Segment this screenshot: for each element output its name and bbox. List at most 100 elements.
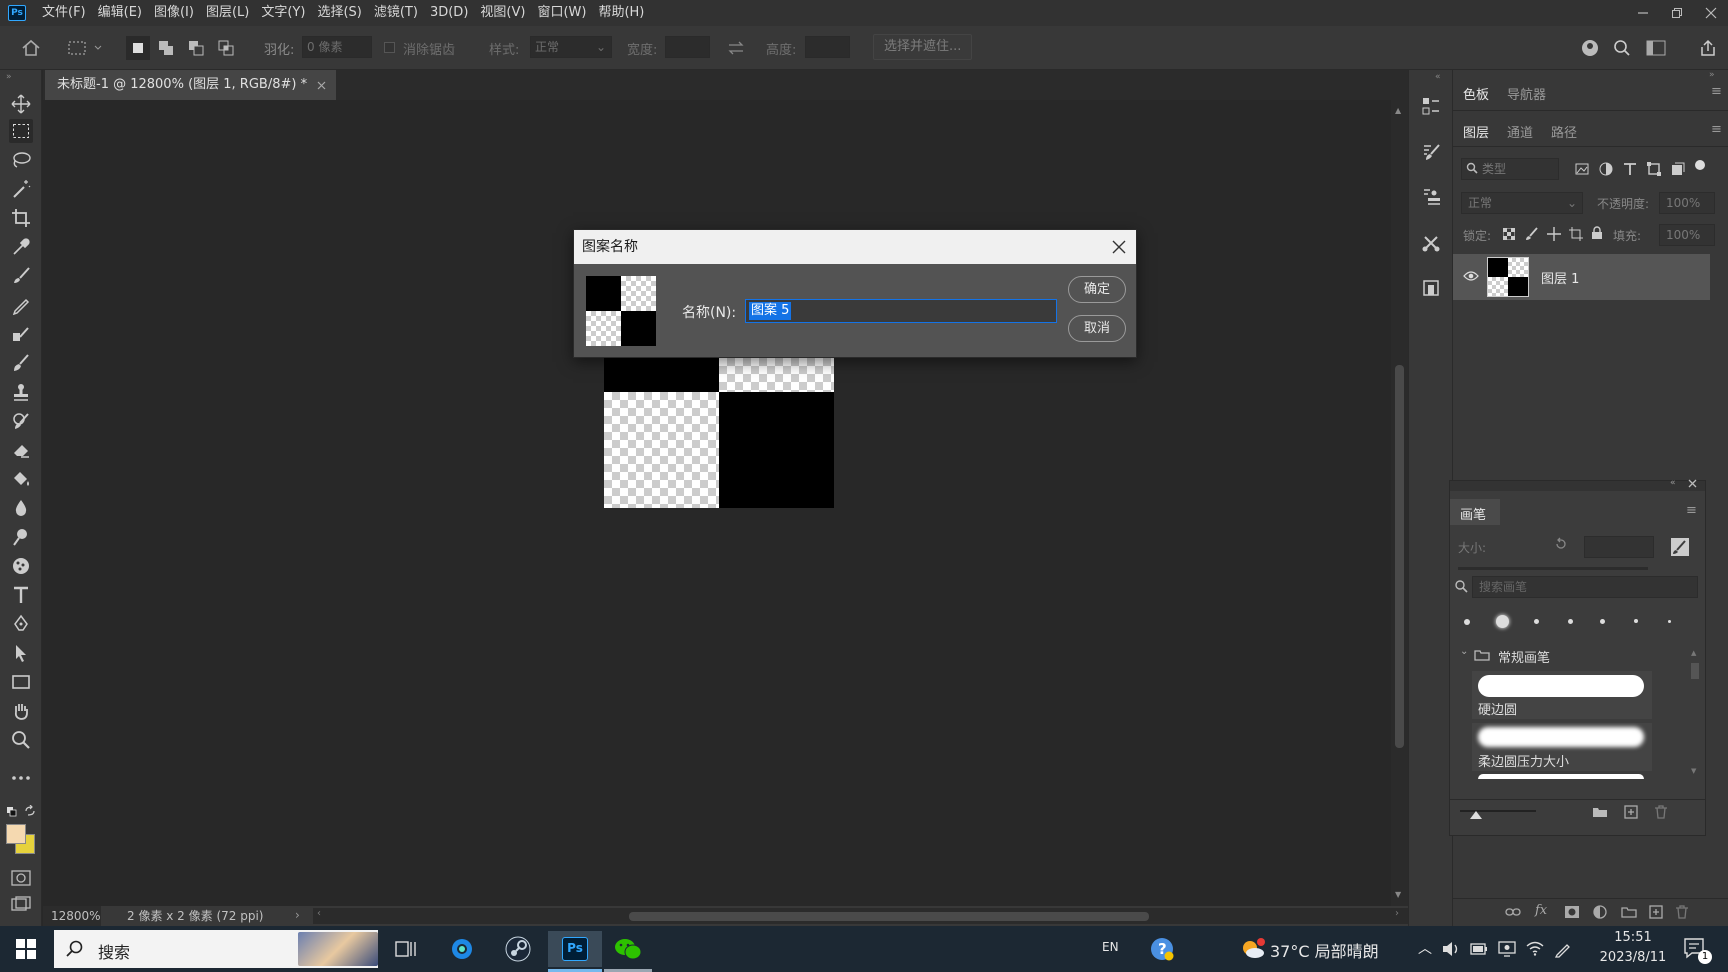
brush-tool-icon[interactable]: [9, 264, 33, 288]
paint-bucket-tool-icon[interactable]: [9, 467, 33, 491]
tab-paths[interactable]: 路径: [1551, 122, 1577, 141]
cancel-button[interactable]: 取消: [1068, 315, 1126, 342]
blend-mode-select[interactable]: 正常 ⌄: [1461, 192, 1583, 214]
swap-dimensions-icon[interactable]: [724, 36, 748, 60]
lock-image-icon[interactable]: [1525, 227, 1539, 241]
tab-layers[interactable]: 图层: [1463, 122, 1489, 141]
close-tab-icon[interactable]: [317, 81, 326, 90]
filter-smart-object-icon[interactable]: [1671, 162, 1685, 176]
path-selection-tool-icon[interactable]: [9, 641, 33, 665]
dodge-tool-icon[interactable]: [9, 525, 33, 549]
wifi-icon[interactable]: [1526, 940, 1544, 956]
layer-name[interactable]: 图层 1: [1541, 268, 1579, 287]
swap-colors-icon[interactable]: [24, 805, 36, 817]
vertical-scroll-thumb[interactable]: [1395, 365, 1404, 748]
foreground-color-swatch[interactable]: [6, 824, 26, 844]
taskbar-search-box[interactable]: 搜索: [54, 930, 378, 968]
pen-tool-icon[interactable]: [9, 612, 33, 636]
new-brush-icon[interactable]: [1624, 805, 1638, 819]
zoom-tool-icon[interactable]: [9, 728, 33, 752]
collapse-arrows-icon[interactable]: «: [1670, 478, 1676, 488]
wechat-icon[interactable]: [604, 931, 652, 967]
document-tab[interactable]: 未标题-1 @ 12800% (图层 1, RGB/8#) *: [45, 70, 337, 100]
rectangular-marquee-tool-icon[interactable]: [9, 119, 33, 143]
clone-source-icon[interactable]: [1417, 183, 1445, 211]
layer-filter-select[interactable]: 类型: [1461, 158, 1559, 180]
chevron-down-icon[interactable]: ⌄: [1460, 646, 1468, 657]
home-icon[interactable]: [19, 36, 43, 60]
layer-row[interactable]: 图层 1: [1453, 254, 1710, 300]
brush-preset-dot[interactable]: [1534, 619, 1539, 624]
tab-navigator[interactable]: 导航器: [1507, 84, 1546, 103]
brush-preset-dot[interactable]: [1568, 619, 1573, 624]
history-panel-icon[interactable]: [1417, 274, 1445, 302]
brush-size-slider[interactable]: [1458, 567, 1648, 570]
mountain-small-icon[interactable]: [1470, 809, 1482, 819]
clock-time[interactable]: 15:51: [1604, 930, 1662, 945]
sponge-tool-icon[interactable]: [9, 554, 33, 578]
more-tools-icon[interactable]: [9, 766, 33, 790]
tab-brushes[interactable]: 画笔: [1450, 499, 1500, 525]
new-layer-icon[interactable]: [1649, 905, 1663, 919]
filter-shape-icon[interactable]: [1647, 162, 1661, 176]
vertical-scrollbar[interactable]: ▲ ▼: [1391, 100, 1408, 906]
menu-image[interactable]: 图像(I): [148, 0, 200, 26]
edge-browser-icon[interactable]: [438, 931, 486, 967]
brush-panel-header[interactable]: «: [1450, 478, 1705, 491]
filter-adjustment-icon[interactable]: [1599, 162, 1613, 176]
chevron-right-icon[interactable]: ›: [295, 908, 300, 922]
lock-position-icon[interactable]: [1547, 227, 1561, 241]
width-input[interactable]: [665, 36, 710, 58]
lock-transparent-icon[interactable]: [1503, 228, 1515, 240]
menu-3d[interactable]: 3D(D): [424, 0, 474, 26]
brush-search-input[interactable]: 搜索画笔: [1472, 576, 1698, 598]
brush-panel-menu-icon[interactable]: ≡: [1686, 503, 1697, 518]
layers-panel-menu-icon[interactable]: ≡: [1711, 122, 1722, 137]
lock-all-icon[interactable]: [1591, 226, 1603, 240]
antialias-checkbox[interactable]: [384, 42, 395, 53]
filter-type-icon[interactable]: [1623, 162, 1637, 176]
taskbar-photoshop-app[interactable]: Ps: [548, 931, 602, 967]
brush-preset-dot[interactable]: [1496, 615, 1509, 628]
horizontal-scrollbar[interactable]: ‹ ›: [313, 908, 1408, 924]
brush-item-hard-round[interactable]: 硬边圆: [1472, 671, 1652, 719]
zoom-level[interactable]: 12800%: [43, 906, 101, 926]
reset-size-icon[interactable]: [1554, 537, 1568, 551]
add-selection-icon[interactable]: [154, 36, 178, 60]
menu-filter[interactable]: 滤镜(T): [368, 0, 424, 26]
collapse-arrows-icon[interactable]: »: [1709, 70, 1715, 80]
brush-settings-icon[interactable]: [1417, 138, 1445, 166]
screen-mode-icon[interactable]: [9, 892, 33, 916]
select-and-mask-button[interactable]: 选择并遮住...: [873, 34, 973, 60]
lock-artboard-icon[interactable]: [1569, 227, 1583, 241]
collapse-arrows-icon[interactable]: »: [6, 72, 12, 82]
marquee-preset-icon[interactable]: [66, 36, 106, 60]
canvas-area[interactable]: [43, 100, 1391, 906]
menu-layer[interactable]: 图层(L): [200, 0, 255, 26]
blur-tool-icon[interactable]: [9, 496, 33, 520]
default-colors-icon[interactable]: [6, 806, 18, 818]
delete-layer-icon[interactable]: [1675, 905, 1689, 919]
battery-icon[interactable]: [1470, 943, 1488, 955]
delete-brush-icon[interactable]: [1654, 805, 1668, 819]
help-icon[interactable]: ?: [1138, 931, 1186, 967]
pattern-name-input[interactable]: 图案 5: [745, 299, 1057, 323]
document-info[interactable]: 2 像素 x 2 像素 (72 ppi): [127, 906, 263, 926]
close-icon[interactable]: [1110, 238, 1128, 256]
task-view-icon[interactable]: [382, 931, 430, 967]
chevron-up-icon[interactable]: ︿: [1418, 938, 1432, 958]
magic-wand-tool-icon[interactable]: [9, 177, 33, 201]
workspace-icon[interactable]: [1644, 36, 1668, 60]
menu-edit[interactable]: 编辑(E): [92, 0, 148, 26]
expand-arrows-icon[interactable]: «: [1435, 72, 1441, 82]
ime-indicator[interactable]: EN: [1102, 940, 1119, 954]
clone-stamp-tool-icon[interactable]: [9, 380, 33, 404]
quick-mask-icon[interactable]: [9, 866, 33, 890]
healing-brush-tool-icon[interactable]: [9, 322, 33, 346]
scroll-right-icon[interactable]: ›: [1395, 908, 1399, 919]
hand-tool-icon[interactable]: [9, 699, 33, 723]
pencil-tool-icon[interactable]: [9, 293, 33, 317]
add-mask-icon[interactable]: [1565, 906, 1579, 918]
display-icon[interactable]: [1498, 940, 1516, 958]
tool-presets-icon[interactable]: [1417, 229, 1445, 257]
